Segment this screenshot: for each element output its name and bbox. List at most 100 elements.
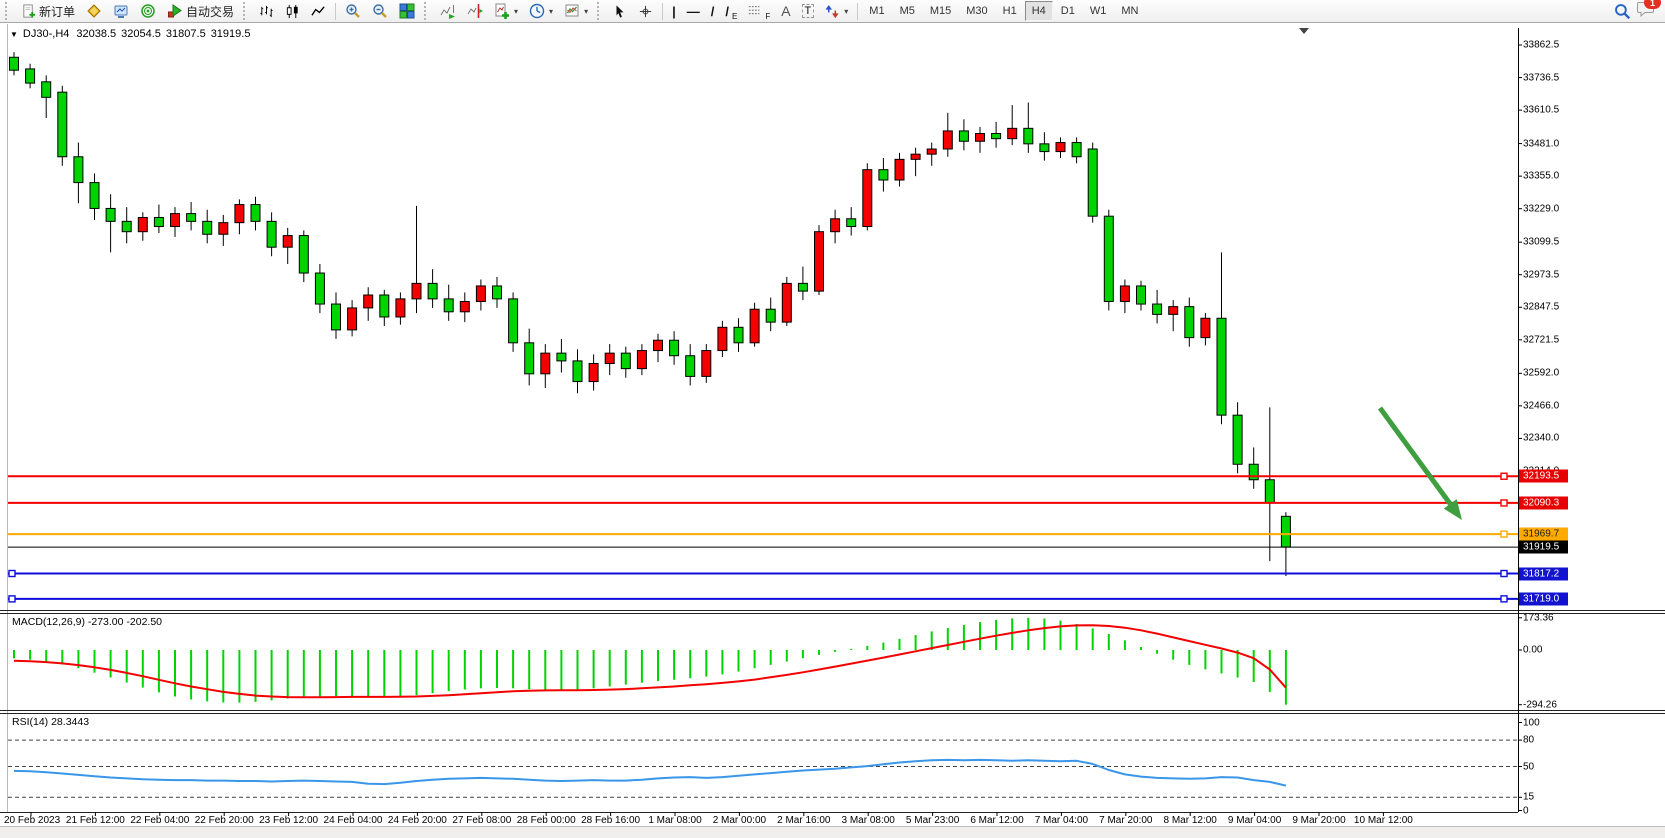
trendline-tool-button[interactable]: / — [706, 0, 720, 22]
text-tool-icon: A — [781, 3, 790, 19]
candle-body — [976, 134, 985, 142]
timeframe-button-w1[interactable]: W1 — [1083, 1, 1114, 21]
candle-body — [412, 283, 421, 299]
candle-body — [251, 205, 260, 222]
candle-body — [1249, 464, 1258, 480]
candle-body — [766, 309, 775, 322]
toolbar-grip[interactable] — [5, 2, 12, 20]
candle-body — [267, 221, 276, 247]
autotrading-icon — [167, 3, 183, 19]
market-window-button[interactable] — [108, 0, 134, 22]
periods-button[interactable]: ▾ — [524, 0, 558, 22]
toolbar-grip[interactable] — [597, 2, 604, 20]
hline-handle[interactable] — [1501, 531, 1507, 537]
label-tool-button[interactable]: T — [797, 0, 820, 22]
candle-body — [509, 299, 518, 343]
toolbar-grip[interactable] — [243, 2, 250, 20]
indicators-icon — [494, 3, 510, 19]
chart-shift-button[interactable] — [462, 0, 488, 22]
hline-handle[interactable] — [1501, 571, 1507, 577]
candle-body — [1040, 144, 1049, 152]
hline-handle[interactable] — [9, 571, 15, 577]
chart-window[interactable]: ▼ DJ30-,H4 32038.5 32054.5 31807.5 31919… — [0, 24, 1665, 826]
chart-collapse-icon[interactable]: ▼ — [10, 30, 18, 39]
price-axis-value: 32973.5 — [1523, 269, 1559, 280]
timeframe-button-m5[interactable]: M5 — [893, 1, 922, 21]
candle-body — [203, 221, 212, 234]
gold-quotes-button[interactable] — [81, 0, 107, 22]
autotrading-label: 自动交易 — [186, 3, 234, 20]
fibonacci-tool-button[interactable]: F — [743, 0, 775, 22]
chart-open-value: 32038.5 — [76, 28, 116, 40]
chevron-down-icon: ▾ — [549, 7, 553, 16]
tile-windows-icon — [399, 3, 415, 19]
bar-chart-button[interactable] — [254, 0, 279, 22]
timeframe-button-m15[interactable]: M15 — [923, 1, 958, 21]
toolbar-separator — [335, 3, 336, 20]
candle-body — [476, 286, 485, 302]
rsi-axis-value: 15 — [1523, 792, 1534, 803]
candle-body — [895, 159, 904, 180]
monitor-icon — [113, 3, 129, 19]
timeframe-group: M1M5M15M30H1H4D1W1MN — [862, 1, 1145, 21]
price-axis-value: 32721.5 — [1523, 334, 1559, 345]
price-axis-value: 32340.0 — [1523, 433, 1559, 444]
channel-tool-button[interactable]: /E — [720, 0, 742, 22]
fibonacci-icon — [748, 4, 762, 18]
time-axis-value: 7 Mar 04:00 — [1035, 815, 1088, 826]
down-arrow-annotation[interactable] — [1380, 408, 1450, 504]
label-tool-icon: T — [802, 4, 815, 18]
price-chart-canvas[interactable] — [0, 24, 1665, 826]
hline-handle[interactable] — [1501, 500, 1507, 506]
timeframe-button-m30[interactable]: M30 — [959, 1, 994, 21]
time-axis-value: 22 Feb 04:00 — [130, 815, 189, 826]
hline-handle[interactable] — [1501, 473, 1507, 479]
candle-body — [943, 131, 952, 149]
candle-body — [1120, 286, 1129, 302]
horizontal-line-tool-button[interactable]: — — [682, 0, 705, 22]
timeframe-button-d1[interactable]: D1 — [1054, 1, 1082, 21]
hline-handle[interactable] — [9, 596, 15, 602]
timeframe-button-h1[interactable]: H1 — [996, 1, 1024, 21]
time-axis-value: 28 Feb 00:00 — [517, 815, 576, 826]
candle-body — [815, 232, 824, 291]
new-order-button[interactable]: 新订单 — [16, 0, 80, 22]
time-axis-value: 22 Feb 20:00 — [195, 815, 254, 826]
price-axis-value: 32847.5 — [1523, 302, 1559, 313]
line-chart-button[interactable] — [306, 0, 331, 22]
chart-high-value: 32054.5 — [121, 28, 161, 40]
text-tool-button[interactable]: A — [776, 0, 795, 22]
time-axis-value: 27 Feb 08:00 — [452, 815, 511, 826]
hline-handle[interactable] — [1501, 596, 1507, 602]
notifications-button[interactable]: 1 — [1637, 0, 1655, 22]
autotrading-button[interactable]: 自动交易 — [162, 0, 239, 22]
timeframe-button-mn[interactable]: MN — [1114, 1, 1145, 21]
candle-body — [26, 69, 35, 83]
vertical-line-tool-button[interactable]: | — [667, 0, 681, 22]
tile-windows-button[interactable] — [394, 0, 420, 22]
timeframe-button-h4[interactable]: H4 — [1025, 1, 1053, 21]
time-axis-value: 6 Mar 12:00 — [970, 815, 1023, 826]
timeframe-button-m1[interactable]: M1 — [862, 1, 891, 21]
signals-button[interactable] — [135, 0, 161, 22]
rsi-indicator-label: RSI(14) 28.3443 — [12, 716, 89, 728]
candle-body — [992, 134, 1001, 139]
auto-scroll-button[interactable] — [435, 0, 461, 22]
macd-axis-value: 0.00 — [1523, 645, 1542, 656]
candlestick-chart-button[interactable] — [280, 0, 305, 22]
candle-body — [122, 221, 131, 231]
toolbar-grip[interactable] — [424, 2, 431, 20]
cursor-button[interactable] — [608, 0, 632, 22]
zoom-in-button[interactable] — [340, 0, 366, 22]
crosshair-button[interactable] — [633, 0, 658, 22]
candle-body — [847, 219, 856, 227]
chart-shift-marker[interactable] — [1299, 28, 1309, 34]
indicators-button[interactable]: ▾ — [489, 0, 523, 22]
price-level-label-31969.7: 31969.7 — [1519, 528, 1568, 541]
templates-button[interactable]: ▾ — [559, 0, 593, 22]
arrows-tool-button[interactable]: ▾ — [820, 0, 853, 22]
candle-body — [782, 283, 791, 322]
search-button[interactable] — [1609, 0, 1636, 22]
zoom-out-button[interactable] — [367, 0, 393, 22]
chevron-down-icon: ▾ — [514, 7, 518, 16]
